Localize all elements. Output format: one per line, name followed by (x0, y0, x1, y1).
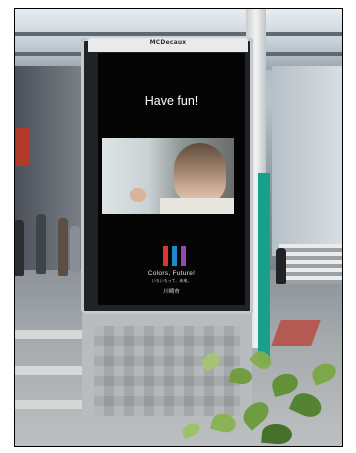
pedestrian (70, 226, 80, 272)
pedestrian (58, 218, 68, 276)
leaf (199, 350, 223, 372)
city-name: 川崎市 (163, 289, 180, 295)
street-photo: MCDecaux Have fun! Colors, Future! いろいろっ… (14, 8, 343, 447)
pedestrian (14, 220, 24, 276)
foreground-plants (142, 344, 343, 447)
logo-bar-red (162, 246, 168, 266)
city-logo (159, 246, 189, 266)
logo-title: Colors, Future! (147, 270, 196, 277)
logo-subtitle: いろいろって、未来。 (151, 278, 192, 283)
green-pole (258, 173, 270, 363)
pedestrian (276, 248, 286, 284)
leaf (180, 420, 202, 440)
right-building (272, 66, 343, 256)
leaf (288, 388, 326, 422)
leaf (249, 347, 275, 373)
leaf (269, 370, 301, 398)
leaf (309, 360, 339, 386)
ad-photo (102, 138, 234, 214)
leaf (210, 411, 238, 435)
model-hand (130, 188, 146, 202)
canopy-beam (14, 32, 343, 36)
logo-bar-blue (171, 246, 177, 266)
ad-headline: Have fun! (144, 94, 199, 108)
model-face (174, 143, 226, 203)
leaf (228, 366, 254, 386)
model-shirt (160, 198, 234, 214)
leaf (261, 422, 293, 446)
left-building-sign (16, 128, 30, 166)
pedestrian (36, 214, 46, 274)
crosswalk (279, 244, 343, 284)
logo-bar-purple (180, 246, 186, 266)
kiosk-brand-label: MCDecaux (149, 39, 187, 46)
